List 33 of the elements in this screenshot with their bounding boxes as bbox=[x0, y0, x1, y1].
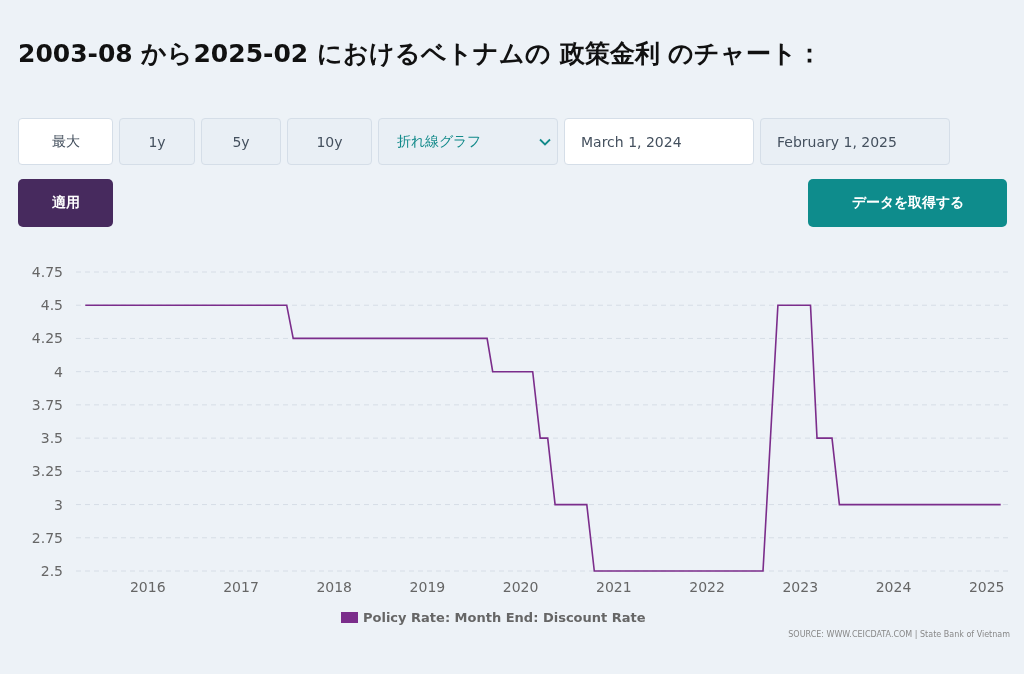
range-tab[interactable]: 10y bbox=[287, 118, 372, 165]
chart-type-dropdown[interactable]: 折れ線グラフ bbox=[378, 118, 558, 165]
legend-label[interactable]: Policy Rate: Month End: Discount Rate bbox=[363, 610, 646, 625]
y-axis-label: 4.5 bbox=[40, 297, 63, 314]
y-axis-label: 2.5 bbox=[40, 563, 63, 579]
x-axis-label: 2025 bbox=[968, 579, 1005, 595]
y-axis-label: 4 bbox=[54, 363, 63, 380]
page-title: 2003-08 から2025-02 におけるベトナムの 政策金利 のチャート： bbox=[18, 38, 824, 70]
x-axis-label: 2024 bbox=[875, 579, 912, 595]
x-axis-label: 2018 bbox=[316, 579, 352, 595]
x-axis-label: 2021 bbox=[596, 579, 632, 595]
apply-button[interactable]: 適用 bbox=[18, 179, 113, 227]
source-note: SOURCE: WWW.CEICDATA.COM | State Bank of Vietnam bbox=[788, 630, 1010, 639]
y-axis-label: 4.75 bbox=[31, 264, 63, 280]
range-tab[interactable]: 1y bbox=[119, 118, 195, 165]
x-axis-label: 2020 bbox=[502, 579, 539, 595]
x-axis-label: 2019 bbox=[409, 579, 446, 595]
x-axis-label: 2017 bbox=[223, 579, 259, 595]
x-axis-label: 2022 bbox=[689, 579, 725, 595]
y-axis-label: 3.25 bbox=[31, 463, 63, 480]
y-axis-label: 3.5 bbox=[40, 430, 63, 447]
x-axis-label: 2016 bbox=[129, 579, 166, 595]
y-axis-label: 3.75 bbox=[31, 396, 63, 413]
date-field[interactable]: February 1, 2025 bbox=[760, 118, 950, 165]
chevron-down-icon bbox=[539, 137, 551, 146]
y-axis-label: 4.25 bbox=[31, 330, 63, 347]
range-tab[interactable]: 5y bbox=[201, 118, 281, 165]
date-field[interactable]: March 1, 2024 bbox=[564, 118, 754, 165]
x-axis-label: 2023 bbox=[782, 579, 819, 595]
y-axis-label: 2.75 bbox=[31, 529, 63, 546]
y-axis-label: 3 bbox=[54, 496, 63, 513]
get-data-button[interactable]: データを取得する bbox=[808, 179, 1007, 227]
range-tab[interactable]: 最大 bbox=[18, 118, 113, 165]
